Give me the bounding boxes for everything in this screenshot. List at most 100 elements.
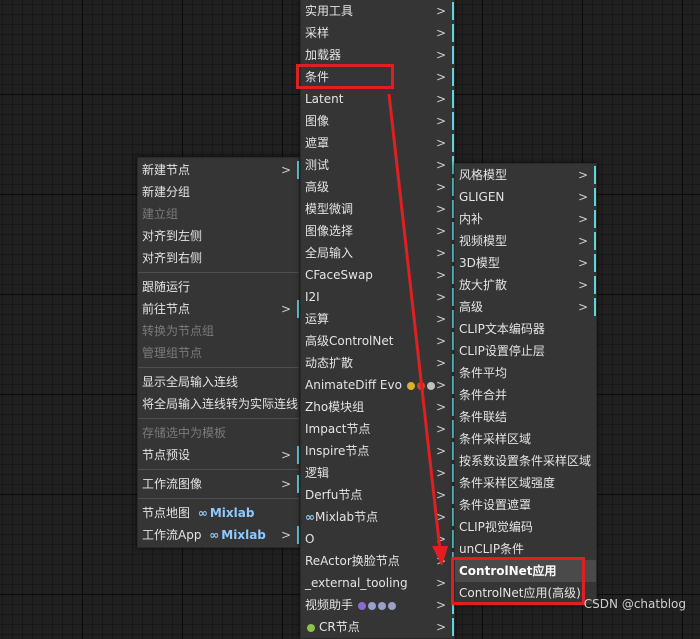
menu-item-mixlab-nodes[interactable]: ∞Mixlab节点 > [301, 506, 454, 528]
menu-item-i2i[interactable]: I2I > [301, 286, 454, 308]
menu-item-reactor[interactable]: ReActor换脸节点 > [301, 550, 454, 572]
menu-item-label: Impact节点 [305, 422, 371, 436]
menu-item-advanced[interactable]: 高级 > [455, 296, 596, 318]
menu-item-label: 条件采样区域强度 [459, 476, 556, 490]
menu-item-label: 高级 [459, 300, 484, 314]
menu-item-conditioning-set-area[interactable]: 条件采样区域 [455, 428, 596, 450]
emoji-icon [416, 381, 425, 390]
chevron-right-icon: > [435, 70, 446, 84]
menu-item-3d-models[interactable]: 3D模型 > [455, 252, 596, 274]
menu-item-label: 跟随运行 [142, 280, 191, 294]
menu-item-style-model[interactable]: 风格模型 > [455, 164, 596, 186]
menu-item-utils[interactable]: 实用工具 > [301, 0, 454, 22]
menu-item-conditioning-average[interactable]: 条件平均 [455, 362, 596, 384]
menu-item-label: 图像 [305, 114, 330, 128]
chevron-right-icon: > [435, 488, 446, 502]
menu-item-test[interactable]: 测试 > [301, 154, 454, 176]
menu-item-logic[interactable]: 逻辑 > [301, 462, 454, 484]
chevron-right-icon: > [435, 422, 446, 436]
menu-item-conditioning-set-area-strength[interactable]: 条件采样区域强度 [455, 472, 596, 494]
menu-item-label: 放大扩散 [459, 278, 508, 292]
menu-item-label: 条件设置遮罩 [459, 498, 532, 512]
chevron-right-icon: > [280, 448, 291, 462]
menu-item-label: 采样 [305, 26, 330, 40]
emoji-icon [358, 601, 367, 610]
chevron-right-icon: > [435, 224, 446, 238]
menu-separator [138, 469, 299, 470]
menu-item-unclip-conditioning[interactable]: unCLIP条件 [455, 538, 596, 560]
menu-item-o[interactable]: O > [301, 528, 454, 550]
menu-item-inpaint[interactable]: 内补 > [455, 208, 596, 230]
menu-item-label: 对齐到右侧 [142, 251, 203, 265]
chevron-right-icon: > [435, 444, 446, 458]
menu-item-node-presets[interactable]: 节点预设 > [138, 444, 299, 466]
menu-item-clip-text-encode[interactable]: CLIP文本编码器 [455, 318, 596, 340]
menu-item-controlnet-apply-advanced[interactable]: ControlNet应用(高级) [455, 582, 596, 604]
menu-item-workflow-app[interactable]: 工作流App ∞ Mixlab > [138, 524, 299, 546]
menu-item-label: 视频模型 [459, 234, 508, 248]
menu-item-label: 节点预设 [142, 448, 191, 462]
menu-item-label: ControlNet应用(高级) [459, 586, 581, 600]
menu-item-loaders[interactable]: 加载器 > [301, 44, 454, 66]
menu-item-label: CLIP文本编码器 [459, 322, 545, 336]
menu-item-add-group[interactable]: 新建分组 [138, 181, 299, 203]
menu-item-global-input[interactable]: 全局输入 > [301, 242, 454, 264]
menu-item-label: 内补 [459, 212, 484, 226]
menu-item-cr-nodes[interactable]: CR节点 > [301, 616, 454, 638]
menu-item-label: 转换为节点组 [142, 324, 215, 338]
menu-item-upscale-diffusion[interactable]: 放大扩散 > [455, 274, 596, 296]
menu-separator [138, 498, 299, 499]
menu-item-conditioning-set-mask[interactable]: 条件设置遮罩 [455, 494, 596, 516]
menu-item-advanced-controlnet[interactable]: 高级ControlNet > [301, 330, 454, 352]
menu-item-controlnet-apply[interactable]: ControlNet应用 [455, 560, 596, 582]
menu-item-label: CLIP视觉编码 [459, 520, 533, 534]
menu-item-clip-set-last-layer[interactable]: CLIP设置停止层 [455, 340, 596, 362]
menu-item-video-helper[interactable]: 视频助手 > [301, 594, 454, 616]
menu-item-image-select[interactable]: 图像选择 > [301, 220, 454, 242]
menu-item-align-right[interactable]: 对齐到右侧 [138, 247, 299, 269]
menu-item-advanced[interactable]: 高级 > [301, 176, 454, 198]
chevron-right-icon: > [577, 212, 588, 226]
menu-item-node-map[interactable]: 节点地图 ∞ Mixlab [138, 502, 299, 524]
menu-item-conditioning-set-area-percentage[interactable]: 按系数设置条件采样区域 [455, 450, 596, 472]
menu-item-label: 全局输入 [305, 246, 354, 260]
menu-item-clip-vision-encode[interactable]: CLIP视觉编码 [455, 516, 596, 538]
menu-item-latent[interactable]: Latent > [301, 88, 454, 110]
menu-item-model-finetune[interactable]: 模型微调 > [301, 198, 454, 220]
menu-item-label: Inspire节点 [305, 444, 370, 458]
menu-item-mask[interactable]: 遮罩 > [301, 132, 454, 154]
menu-item-show-global-links[interactable]: 显示全局输入连线 [138, 371, 299, 393]
menu-item-gligen[interactable]: GLIGEN > [455, 186, 596, 208]
menu-item-inspire[interactable]: Inspire节点 > [301, 440, 454, 462]
menu-item-dynamic-diffusion[interactable]: 动态扩散 > [301, 352, 454, 374]
menu-item-math[interactable]: 运算 > [301, 308, 454, 330]
chevron-right-icon: > [435, 26, 446, 40]
menu-item-label: 存储选中为模板 [142, 426, 227, 440]
menu-item-workflow-image[interactable]: 工作流图像 > [138, 473, 299, 495]
menu-item-label: 新建节点 [142, 163, 191, 177]
menu-item-goto-node[interactable]: 前往节点 > [138, 298, 299, 320]
menu-item-label: GLIGEN [459, 190, 505, 204]
menu-item-label: 工作流图像 [142, 477, 203, 491]
menu-item-image[interactable]: 图像 > [301, 110, 454, 132]
menu-separator [138, 367, 299, 368]
menu-item-label: 条件平均 [459, 366, 508, 380]
menu-item-video-models[interactable]: 视频模型 > [455, 230, 596, 252]
menu-item-add-node[interactable]: 新建节点 > [138, 159, 299, 181]
menu-item-conditioning-concat[interactable]: 条件联结 [455, 406, 596, 428]
menu-item-follow-run[interactable]: 跟随运行 [138, 276, 299, 298]
menu-item-label: ControlNet应用 [459, 564, 557, 578]
menu-item-cfaceswap[interactable]: CFaceSwap > [301, 264, 454, 286]
menu-item-zho[interactable]: Zho模块组 > [301, 396, 454, 418]
menu-item-convert-global-links[interactable]: 将全局输入连线转为实际连线 [138, 393, 299, 415]
menu-item-derfu[interactable]: Derfu节点 > [301, 484, 454, 506]
menu-item-impact[interactable]: Impact节点 > [301, 418, 454, 440]
menu-item-conditioning[interactable]: 条件 > [301, 66, 454, 88]
chevron-right-icon: > [435, 576, 446, 590]
menu-item-label: 管理组节点 [142, 346, 203, 360]
menu-item-animatediff-evo[interactable]: AnimateDiff Evo > [301, 374, 454, 396]
menu-item-align-left[interactable]: 对齐到左侧 [138, 225, 299, 247]
menu-item-conditioning-combine[interactable]: 条件合并 [455, 384, 596, 406]
menu-item-sampling[interactable]: 采样 > [301, 22, 454, 44]
menu-item-external-tooling[interactable]: _external_tooling > [301, 572, 454, 594]
